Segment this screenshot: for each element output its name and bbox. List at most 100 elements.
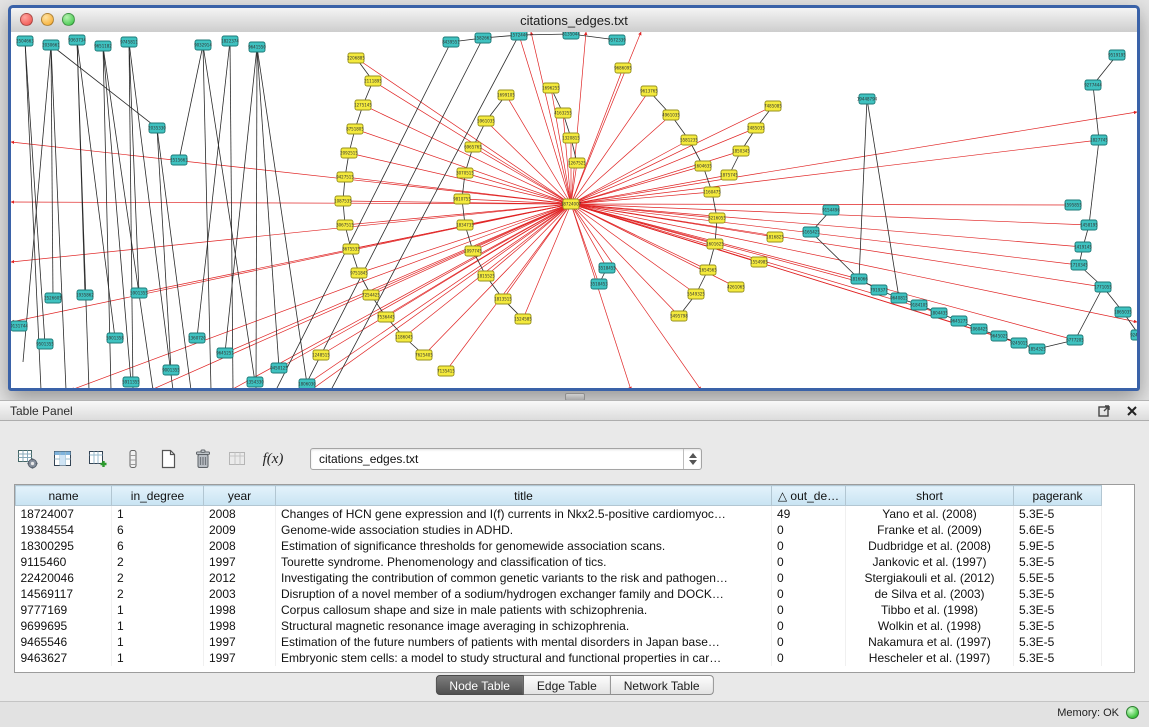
network-graph[interactable]: 1872400725046632030661936373496511829745… [11, 32, 1137, 388]
graph-node[interactable]: 9001355 [162, 365, 180, 375]
graph-node[interactable]: 19448794 [857, 94, 878, 104]
network-canvas[interactable]: 1872400725046632030661936373496511829745… [11, 32, 1137, 388]
graph-node[interactable]: 7625405 [415, 350, 433, 360]
graph-node[interactable]: 7135415 [437, 366, 455, 376]
graph-node[interactable]: 9184105 [910, 300, 928, 310]
graph-node[interactable]: 7919377 [870, 285, 888, 295]
graph-node[interactable]: 9277444 [1084, 80, 1102, 90]
graph-node[interactable]: 2485035 [747, 123, 765, 133]
graph-node[interactable]: 6777205 [1066, 335, 1084, 345]
graph-node[interactable]: 9501355 [36, 339, 54, 349]
graph-node[interactable]: 8675535 [342, 244, 360, 254]
graph-node[interactable]: 9641550 [248, 42, 266, 52]
graph-node[interactable]: 9154496 [822, 205, 840, 215]
graph-node[interactable]: 9751845 [350, 268, 368, 278]
table-row[interactable]: 2242004622012Investigating the contribut… [16, 570, 1102, 586]
column-header[interactable]: pagerank [1014, 486, 1102, 506]
graph-node[interactable]: 1458195 [1080, 220, 1098, 230]
graph-node[interactable]: 5495798 [670, 311, 688, 321]
graph-node[interactable]: 5549325 [687, 289, 705, 299]
table-row[interactable]: 946554611997Estimation of the future num… [16, 634, 1102, 650]
graph-node[interactable]: 1827745 [1090, 135, 1108, 145]
graph-node[interactable]: 2515663 [170, 155, 188, 165]
graph-node[interactable]: 1419145 [1074, 242, 1092, 252]
show-columns-icon[interactable] [51, 447, 75, 471]
graph-node[interactable]: 1524585 [514, 314, 532, 324]
graph-node[interactable]: 2504663 [16, 36, 34, 46]
graph-node[interactable]: 1267525 [568, 158, 586, 168]
graph-node[interactable]: 3518453 [590, 279, 608, 289]
table-row[interactable]: 1872400712008Changes of HCN gene express… [16, 506, 1102, 522]
graph-node[interactable]: 9645251 [216, 348, 234, 358]
graph-node[interactable]: 9645025 [990, 331, 1008, 341]
graph-node[interactable]: 9245095 [1130, 330, 1137, 340]
graph-node[interactable]: 1582663 [474, 33, 492, 43]
table-mode-icon[interactable] [121, 447, 145, 471]
graph-node[interactable]: 5911355 [122, 377, 140, 387]
graph-node[interactable]: 9427515 [336, 172, 354, 182]
graph-node[interactable]: 1087535 [334, 196, 352, 206]
graph-node[interactable]: 1822374 [221, 36, 239, 46]
graph-node[interactable]: 1771055 [1094, 282, 1112, 292]
graph-node[interactable]: 8135044 [562, 32, 580, 39]
graph-node[interactable]: 5961035 [477, 116, 495, 126]
graph-node[interactable]: 1654565 [699, 265, 717, 275]
graph-node[interactable]: 2035330 [148, 123, 166, 133]
graph-node[interactable]: 5165425 [802, 227, 820, 237]
add-column-icon[interactable] [86, 447, 110, 471]
graph-node[interactable]: 9131744 [11, 321, 28, 331]
graph-node[interactable]: 1060425 [970, 324, 988, 334]
zoom-window-button[interactable] [62, 13, 75, 26]
new-file-icon[interactable] [156, 447, 180, 471]
tab-edge-table[interactable]: Edge Table [524, 675, 611, 695]
graph-node[interactable]: 1850345 [732, 146, 750, 156]
graph-node[interactable]: 2526605 [44, 293, 62, 303]
function-builder-icon[interactable]: f(x) [261, 447, 285, 471]
close-panel-icon[interactable] [1125, 404, 1139, 418]
graph-node[interactable]: 1160475 [703, 187, 721, 197]
graph-node[interactable]: 1320815 [562, 133, 580, 143]
minimize-window-button[interactable] [41, 13, 54, 26]
graph-node[interactable]: 1601625 [706, 239, 724, 249]
graph-node[interactable]: 9640815 [890, 293, 908, 303]
table-row[interactable]: 946362711997Embryonic stem cells: a mode… [16, 650, 1102, 666]
node-table[interactable]: namein_degreeyeartitle△ out_de…shortpage… [14, 484, 1135, 673]
graph-node[interactable]: 7536445 [377, 312, 395, 322]
tab-node-table[interactable]: Node Table [435, 675, 524, 695]
table-row[interactable]: 911546021997Tourette syndrome. Phenomeno… [16, 554, 1102, 570]
graph-node[interactable]: 9519195 [1108, 50, 1126, 60]
graph-node[interactable]: 6965765 [464, 142, 482, 152]
graph-node[interactable]: 4163255 [554, 108, 572, 118]
graph-node[interactable]: 4961035 [662, 110, 680, 120]
graph-node[interactable]: 1572446 [510, 32, 528, 40]
graph-node[interactable]: 3070515 [456, 168, 474, 178]
graph-node[interactable]: 1815525 [477, 271, 495, 281]
graph-node[interactable]: 1097745 [464, 246, 482, 256]
graph-node[interactable]: 5901358 [106, 333, 124, 343]
close-window-button[interactable] [20, 13, 33, 26]
graph-node[interactable]: 3518455 [598, 263, 616, 273]
graph-node[interactable]: 3067515 [336, 220, 354, 230]
delete-column-icon[interactable] [191, 447, 215, 471]
graph-node[interactable]: 9363734 [68, 35, 86, 45]
graph-node[interactable]: 5901355 [130, 288, 148, 298]
graph-node[interactable]: 9745811 [120, 37, 138, 47]
graph-node[interactable]: 7254425 [362, 290, 380, 300]
graph-node[interactable]: 1248515 [312, 350, 330, 360]
graph-node[interactable]: 1699105 [497, 90, 515, 100]
table-row[interactable]: 977716911998Corpus callosum shape and si… [16, 602, 1102, 618]
graph-node[interactable]: 1806030 [298, 379, 316, 388]
float-panel-icon[interactable] [1097, 404, 1111, 418]
graph-node[interactable]: 8439551 [442, 37, 460, 47]
import-table-icon[interactable] [226, 447, 250, 471]
graph-node[interactable]: 1696255 [542, 83, 560, 93]
graph-node[interactable]: 1710345 [1070, 260, 1088, 270]
graph-node[interactable]: 1360720 [188, 333, 206, 343]
graph-node[interactable]: 1813515 [494, 294, 512, 304]
table-settings-icon[interactable] [16, 447, 40, 471]
graph-node[interactable]: 1354330 [246, 377, 264, 387]
column-header[interactable]: title [276, 486, 772, 506]
graph-node[interactable]: 1875745 [720, 170, 738, 180]
tab-network-table[interactable]: Network Table [611, 675, 714, 695]
graph-node[interactable]: 18724007 [561, 199, 582, 209]
